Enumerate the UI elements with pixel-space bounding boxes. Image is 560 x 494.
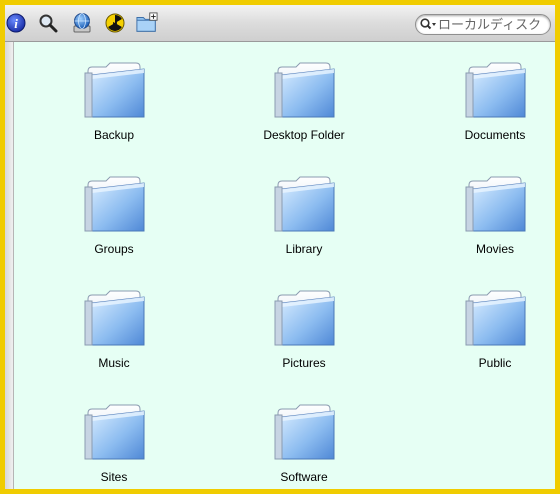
info-icon[interactable]: i — [5, 12, 27, 34]
magnifier-icon[interactable] — [37, 12, 59, 34]
folder-label: Groups — [94, 242, 134, 256]
folder-icon — [465, 176, 526, 232]
folder-label: Pictures — [282, 356, 326, 370]
folder-icon — [84, 62, 145, 118]
folder-label: Library — [285, 242, 323, 256]
folder-item-documents[interactable]: Documents — [420, 59, 555, 142]
search-placeholder: ローカルディスク — [438, 17, 542, 32]
folder-label: Music — [98, 356, 130, 370]
folder-icon — [84, 176, 145, 232]
svg-text:i: i — [14, 16, 18, 31]
folder-icon — [84, 404, 145, 460]
folder-label: Desktop Folder — [263, 128, 345, 142]
folder-icon — [84, 290, 145, 346]
folder-item-music[interactable]: Music — [39, 287, 189, 370]
folder-item-movies[interactable]: Movies — [420, 173, 555, 256]
toolbar: i ローカルディスク — [5, 5, 555, 42]
folder-label: Documents — [464, 128, 526, 142]
burn-icon[interactable] — [104, 12, 126, 34]
folder-label: Software — [280, 470, 328, 484]
folder-item-backup[interactable]: Backup — [39, 59, 189, 142]
folder-icon — [274, 176, 335, 232]
folder-item-software[interactable]: Software — [229, 401, 379, 484]
folder-icon — [274, 404, 335, 460]
folder-label: Public — [478, 356, 512, 370]
folder-item-public[interactable]: Public — [420, 287, 555, 370]
folder-icon — [465, 290, 526, 346]
folder-item-sites[interactable]: Sites — [39, 401, 189, 484]
search-icon — [420, 18, 436, 30]
folder-item-desktop-folder[interactable]: Desktop Folder — [229, 59, 379, 142]
new-folder-icon[interactable] — [136, 12, 158, 34]
left-edge — [5, 42, 14, 489]
folder-icon — [465, 62, 526, 118]
search-field[interactable]: ローカルディスク — [415, 14, 551, 35]
folder-icon — [274, 62, 335, 118]
finder-window: i ローカルディスク Backup Desktop Folder Documen… — [5, 5, 555, 489]
folder-icon — [274, 290, 335, 346]
folder-item-library[interactable]: Library — [229, 173, 379, 256]
globe-network-icon[interactable] — [71, 12, 93, 34]
folder-label: Sites — [100, 470, 128, 484]
folder-label: Movies — [475, 242, 514, 256]
folder-grid: Backup Desktop Folder Documents Groups L… — [14, 42, 555, 489]
folder-item-pictures[interactable]: Pictures — [229, 287, 379, 370]
folder-label: Backup — [93, 128, 135, 142]
folder-item-groups[interactable]: Groups — [39, 173, 189, 256]
